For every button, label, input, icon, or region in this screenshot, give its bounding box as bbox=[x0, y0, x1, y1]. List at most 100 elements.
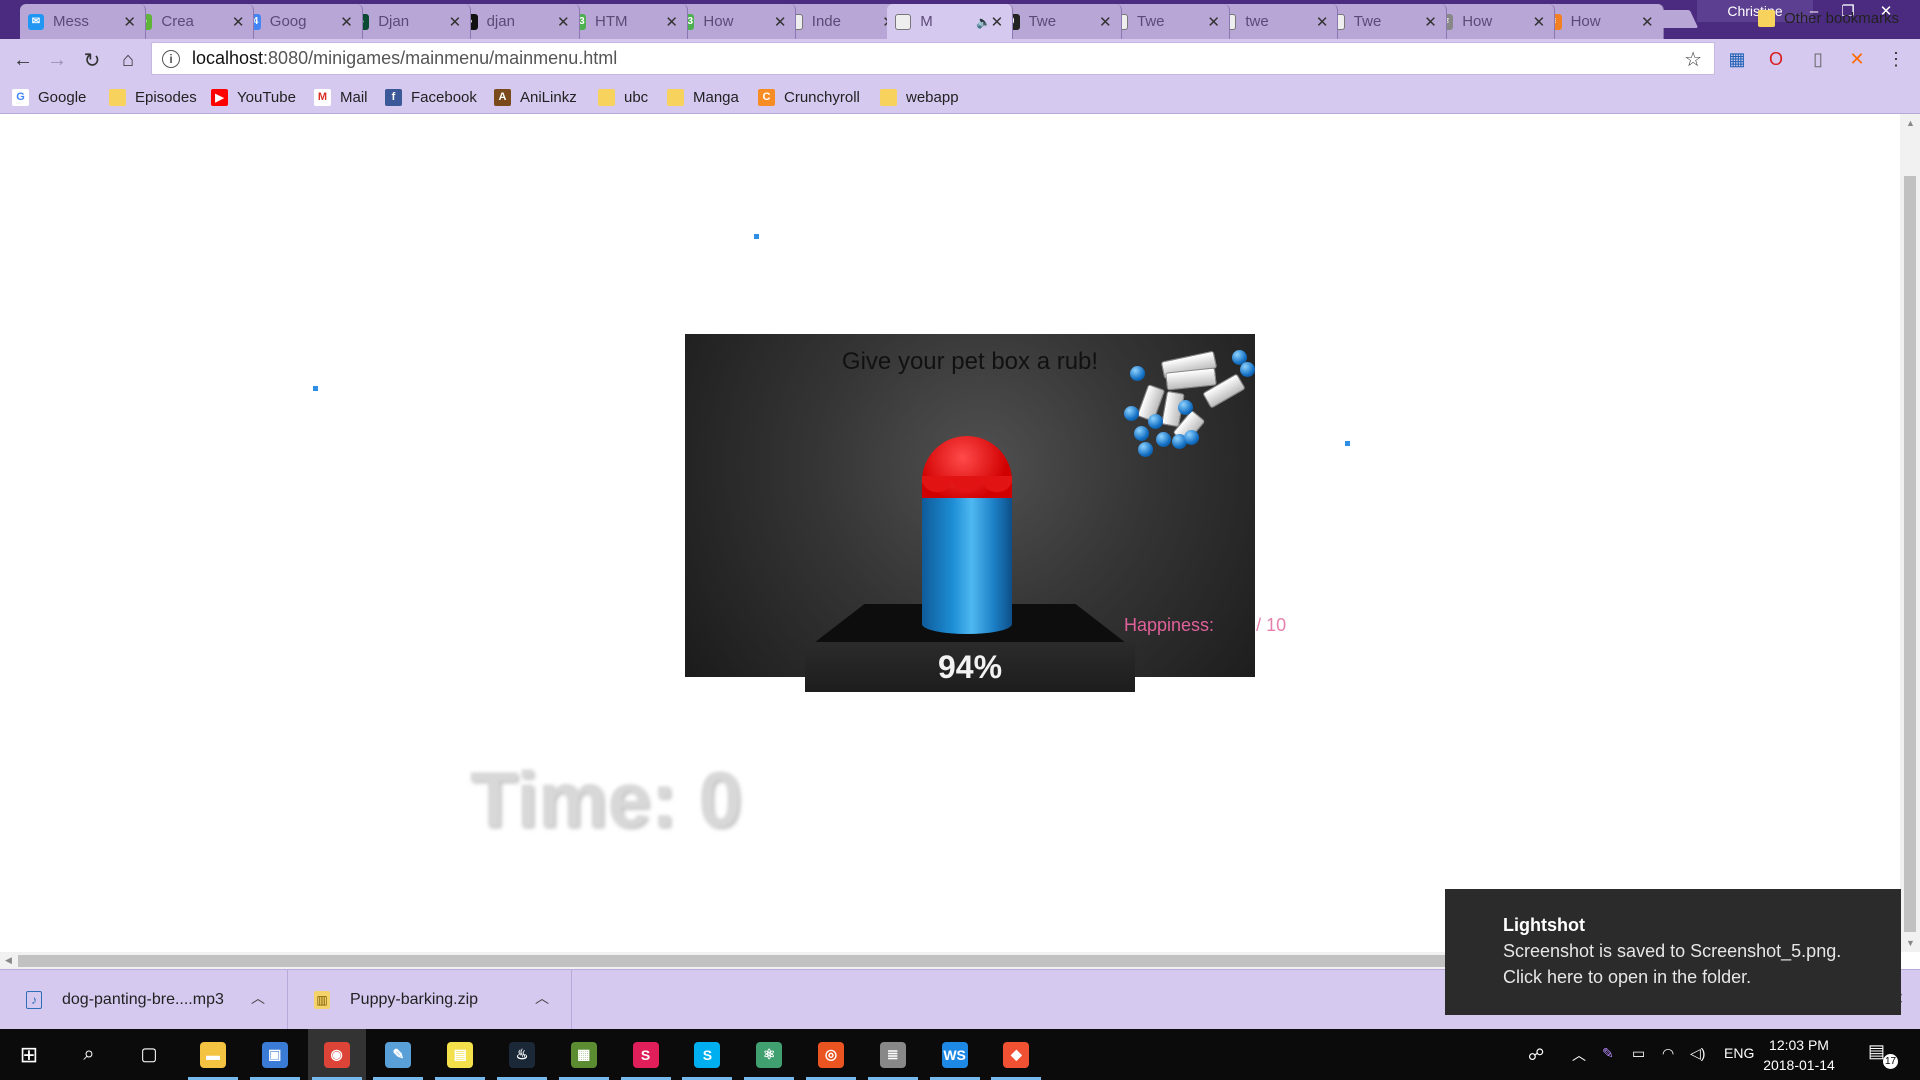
bookmark-manga[interactable]: Manga bbox=[667, 86, 739, 108]
scroll-left-icon[interactable]: ◀ bbox=[5, 955, 12, 966]
bookmark-youtube[interactable]: ▶ YouTube bbox=[211, 86, 296, 108]
taskbar-app[interactable]: ≣ bbox=[864, 1029, 922, 1080]
chevron-up-icon[interactable]: ︿ bbox=[535, 988, 549, 1008]
toast-link[interactable]: Click here to open in the folder. bbox=[1503, 964, 1843, 990]
browser-tab[interactable]: 14Goog✕ bbox=[236, 4, 363, 39]
pet-box[interactable] bbox=[922, 436, 1012, 634]
other-bookmarks-folder[interactable]: Other bookmarks bbox=[1758, 7, 1899, 29]
browser-tab[interactable]: Twe ✕ bbox=[1320, 4, 1447, 39]
clock[interactable]: 12:03 PM 2018-01-14 bbox=[1762, 1035, 1836, 1075]
taskbar-app[interactable]: WS bbox=[926, 1029, 984, 1080]
close-tab-icon[interactable]: ✕ bbox=[1424, 13, 1437, 31]
taskbar-app[interactable]: ◎ bbox=[802, 1029, 860, 1080]
browser-tab[interactable]: w3HTM✕ bbox=[562, 4, 688, 39]
url-text[interactable]: localhost:8080/minigames/mainmenu/mainme… bbox=[192, 48, 617, 69]
bookmark-episodes[interactable]: Episodes bbox=[109, 86, 197, 108]
new-tab-button[interactable] bbox=[1647, 10, 1699, 28]
taskbar-app[interactable]: S bbox=[617, 1029, 675, 1080]
lightshot-notification[interactable]: Lightshot Screenshot is saved to Screens… bbox=[1445, 889, 1901, 1015]
browser-tab[interactable]: M 🔈 ✕ bbox=[887, 4, 1014, 39]
taskbar-app[interactable]: ♨ bbox=[493, 1029, 551, 1080]
download-item[interactable]: ♪ dog-panting-bre....mp3 ︿ bbox=[0, 970, 288, 1030]
close-tab-icon[interactable]: ✕ bbox=[1533, 13, 1546, 31]
browser-tab[interactable]: twe ✕ bbox=[1212, 4, 1339, 39]
taskbar-app[interactable]: ◆ bbox=[987, 1029, 1045, 1080]
site-info-icon[interactable]: i bbox=[162, 49, 180, 68]
browser-tab[interactable]: ⚛How✕ bbox=[1429, 4, 1556, 39]
start-button[interactable]: ⊞ bbox=[0, 1029, 58, 1080]
close-tab-icon[interactable]: ✕ bbox=[449, 13, 462, 31]
bookmark-anilinkz[interactable]: A AniLinkz bbox=[494, 86, 577, 108]
browser-tab[interactable]: ●djan✕ bbox=[453, 4, 580, 39]
opera-vpn-icon[interactable]: O bbox=[1764, 47, 1788, 71]
horizontal-scroll-thumb[interactable] bbox=[18, 955, 1448, 967]
browser-tab[interactable]: 0Twe✕ bbox=[995, 4, 1122, 39]
tab-title: HTM bbox=[595, 13, 628, 30]
messenger-icon: ✉ bbox=[28, 13, 44, 30]
taskbar-app[interactable]: ▬ bbox=[184, 1029, 242, 1080]
taskbar-app[interactable]: ✎ bbox=[369, 1029, 427, 1080]
people-icon[interactable]: ☍ bbox=[1528, 1045, 1544, 1065]
bookmark-label: YouTube bbox=[237, 88, 296, 106]
scroll-down-icon[interactable]: ▼ bbox=[1906, 938, 1915, 948]
anilinkz-icon: A bbox=[494, 88, 511, 106]
bookmark-ubc[interactable]: ubc bbox=[598, 86, 648, 108]
pet-body[interactable] bbox=[922, 476, 1012, 634]
action-center-icon[interactable]: ▤ 17 bbox=[1868, 1041, 1898, 1069]
speaker-icon[interactable]: 🔈 bbox=[976, 15, 991, 29]
browser-tab[interactable]: Inde✕ bbox=[778, 4, 905, 39]
extension-page-icon[interactable]: ▯ bbox=[1806, 47, 1830, 71]
volume-icon[interactable]: ◁) bbox=[1690, 1045, 1705, 1062]
battery-icon[interactable]: ▭ bbox=[1632, 1045, 1645, 1062]
back-icon[interactable]: ← bbox=[10, 47, 36, 73]
extension-grid-icon[interactable]: ▦ bbox=[1725, 47, 1749, 71]
close-tab-icon[interactable]: ✕ bbox=[1316, 13, 1329, 31]
close-tab-icon[interactable]: ✕ bbox=[1207, 13, 1220, 31]
chevron-up-icon[interactable]: ︿ bbox=[251, 988, 265, 1008]
close-tab-icon[interactable]: ✕ bbox=[123, 13, 136, 31]
close-tab-icon[interactable]: ✕ bbox=[665, 13, 678, 31]
bookmark-star-icon[interactable]: ☆ bbox=[1684, 47, 1702, 72]
taskbar-app[interactable]: ◉ bbox=[307, 1029, 366, 1080]
taskbar-app[interactable]: S bbox=[678, 1029, 736, 1080]
show-hidden-icons[interactable]: ︿ bbox=[1572, 1045, 1586, 1065]
browser-tab[interactable]: ✉ Mess ✕ bbox=[20, 4, 146, 39]
search-button[interactable]: ⌕ bbox=[60, 1029, 118, 1080]
browser-tab[interactable]: Twe ✕ bbox=[1104, 4, 1230, 39]
vertical-scrollbar[interactable]: ▲ ▼ bbox=[1900, 114, 1920, 952]
taskbar-app[interactable]: ▤ bbox=[431, 1029, 489, 1080]
bookmark-facebook[interactable]: f Facebook bbox=[385, 86, 477, 108]
bookmark-webapp[interactable]: webapp bbox=[880, 86, 959, 108]
browser-tab[interactable]: ≡How✕ bbox=[1537, 4, 1664, 39]
taskbar-app[interactable]: ⚛ bbox=[740, 1029, 798, 1080]
toast-title: Lightshot bbox=[1503, 915, 1585, 935]
wifi-icon[interactable]: ◠ bbox=[1662, 1045, 1674, 1062]
taskbar-app[interactable]: ▦ bbox=[555, 1029, 613, 1080]
home-icon[interactable]: ⌂ bbox=[115, 47, 141, 73]
language-indicator[interactable]: ENG bbox=[1724, 1045, 1754, 1061]
download-item[interactable]: ▥ Puppy-barking.zip ︿ bbox=[288, 970, 572, 1030]
close-tab-icon[interactable]: ✕ bbox=[557, 13, 570, 31]
close-tab-icon[interactable]: ✕ bbox=[1099, 13, 1112, 31]
close-tab-icon[interactable]: ✕ bbox=[340, 13, 353, 31]
task-view-button[interactable]: ▢ bbox=[120, 1029, 178, 1080]
close-tab-icon[interactable]: ✕ bbox=[991, 13, 1004, 31]
facebook-icon: f bbox=[385, 88, 402, 106]
forward-icon[interactable]: → bbox=[44, 47, 70, 73]
pen-icon[interactable]: ✎ bbox=[1602, 1045, 1614, 1062]
reload-icon[interactable]: ↻ bbox=[79, 47, 105, 73]
bookmark-mail[interactable]: M Mail bbox=[314, 86, 368, 108]
browser-tab[interactable]: ♠Djan✕ bbox=[345, 4, 472, 39]
bookmark-crunchyroll[interactable]: C Crunchyroll bbox=[758, 86, 860, 108]
close-tab-icon[interactable]: ✕ bbox=[232, 13, 245, 31]
scroll-up-icon[interactable]: ▲ bbox=[1906, 118, 1915, 128]
extension-orange-icon[interactable]: ✕ bbox=[1845, 47, 1869, 71]
taskbar-app[interactable]: ▣ bbox=[246, 1029, 304, 1080]
chrome-menu-icon[interactable]: ⋮ bbox=[1884, 47, 1908, 71]
browser-tab[interactable]: w3How✕ bbox=[670, 4, 797, 39]
bookmark-google[interactable]: G Google bbox=[12, 86, 86, 108]
close-tab-icon[interactable]: ✕ bbox=[774, 13, 787, 31]
vertical-scroll-thumb[interactable] bbox=[1904, 176, 1916, 932]
browser-tab[interactable]: ●Crea✕ bbox=[128, 4, 255, 39]
address-bar[interactable]: i localhost:8080/minigames/mainmenu/main… bbox=[151, 42, 1715, 75]
